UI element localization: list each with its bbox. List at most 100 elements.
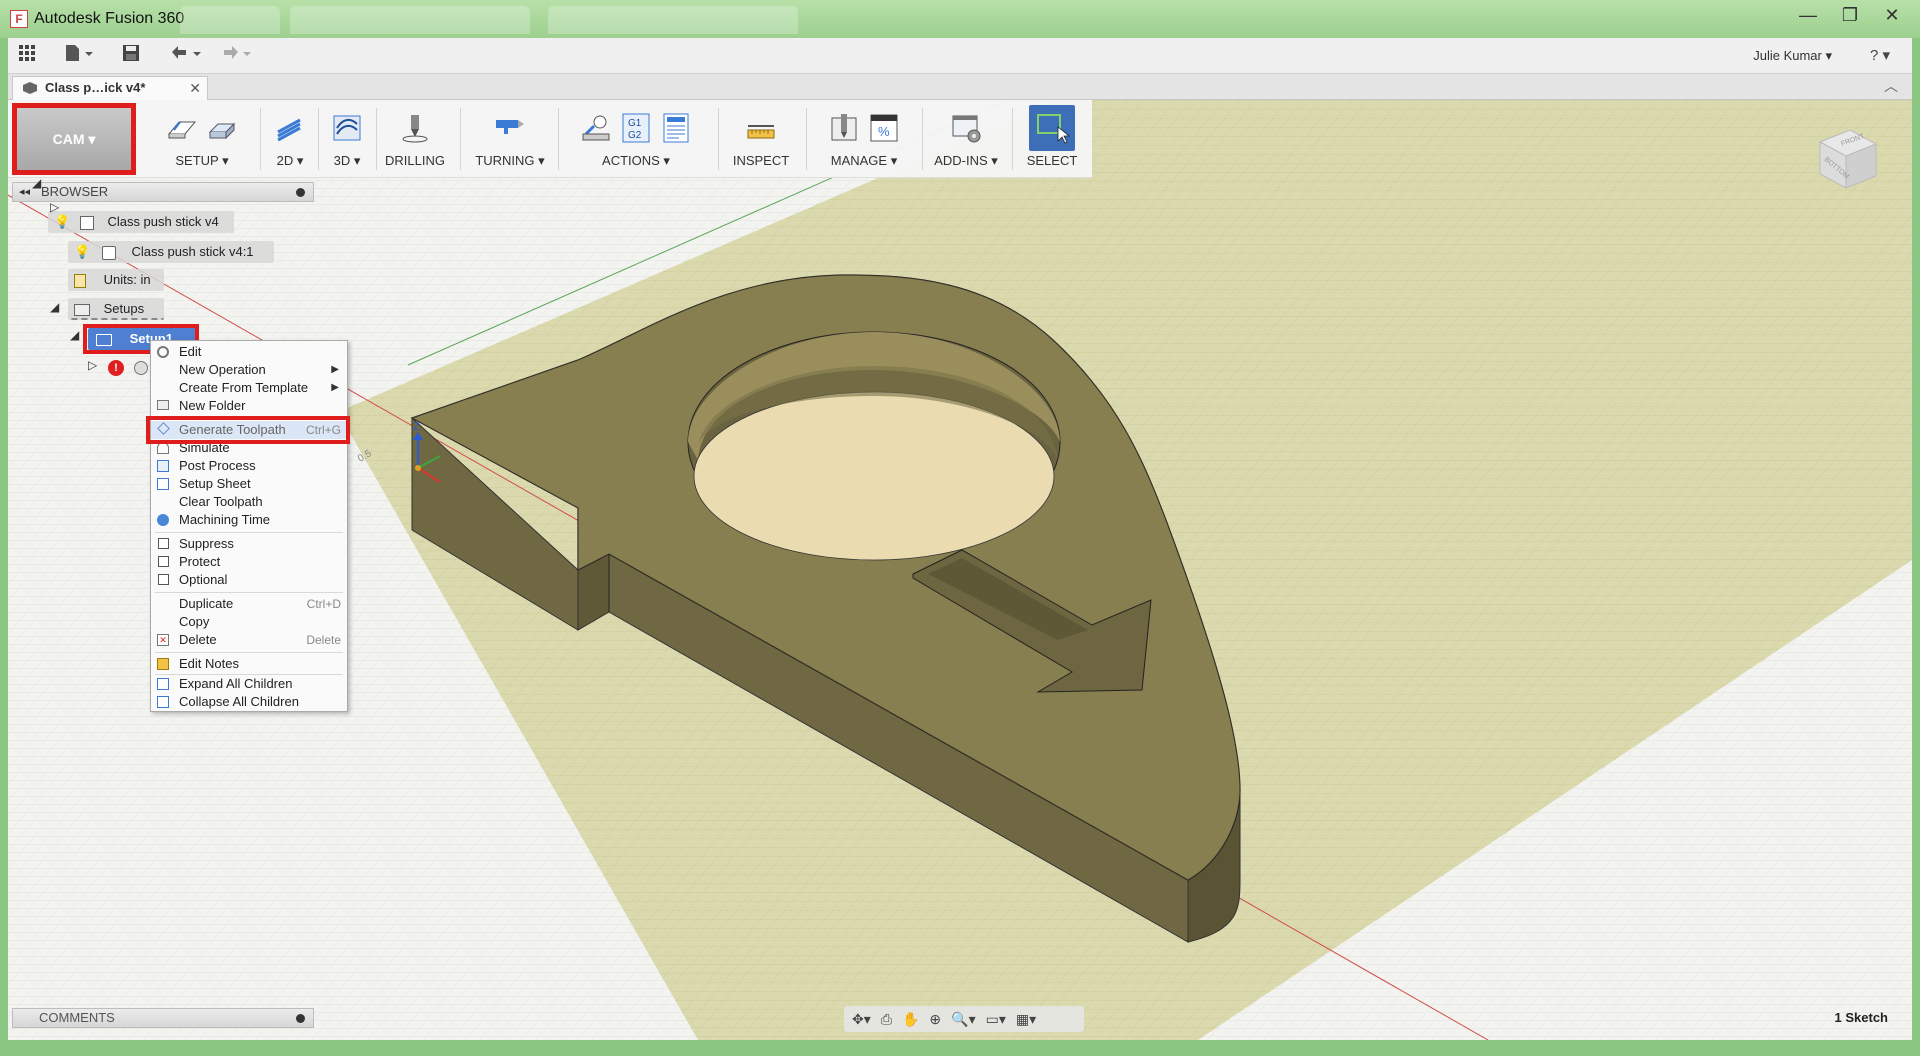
menu-item-machining-time[interactable]: Machining Time bbox=[151, 511, 347, 529]
save-icon[interactable] bbox=[122, 44, 140, 68]
3d-group[interactable]: 3D ▾ bbox=[322, 106, 372, 174]
undo-icon[interactable] bbox=[170, 44, 202, 68]
grid-settings-icon[interactable]: ▦▾ bbox=[1016, 1011, 1036, 1028]
menu-item-new-operation-label: New Operation bbox=[179, 362, 266, 377]
browser-panel-header[interactable]: ◂◂ BROWSER bbox=[12, 182, 314, 202]
2d-group[interactable]: 2D ▾ bbox=[264, 106, 316, 174]
lightbulb-icon[interactable]: 💡 bbox=[54, 214, 70, 229]
3d-milling-icon bbox=[331, 112, 363, 144]
menu-separator bbox=[155, 418, 343, 419]
file-menu-icon[interactable] bbox=[64, 44, 94, 68]
setup-group[interactable]: SETUP ▾ bbox=[146, 106, 258, 174]
close-window-button[interactable]: ✕ bbox=[1878, 4, 1906, 26]
menu-item-suppress[interactable]: Suppress bbox=[151, 535, 347, 553]
canvas-viewport[interactable]: Z 0.5 CAM ▾ SETUP ▾ 2D ▾ 3D ▾ DRILLING T… bbox=[8, 100, 1912, 1040]
pin-icon[interactable] bbox=[296, 1014, 305, 1023]
comments-panel[interactable]: COMMENTS bbox=[12, 1008, 314, 1028]
menu-item-collapse-all[interactable]: Collapse All Children bbox=[151, 693, 347, 711]
menu-item-setup-sheet[interactable]: Setup Sheet bbox=[151, 475, 347, 493]
protect-checkbox[interactable] bbox=[158, 556, 169, 567]
suppress-checkbox[interactable] bbox=[158, 538, 169, 549]
maximize-button[interactable]: ❐ bbox=[1836, 4, 1864, 26]
simulate-icon bbox=[580, 112, 612, 144]
actions-group[interactable]: G1 G2 ACTIONS ▾ bbox=[562, 106, 710, 174]
orbit-icon[interactable]: ✥▾ bbox=[852, 1011, 871, 1028]
menu-item-expand-all[interactable]: Expand All Children bbox=[151, 675, 347, 693]
menu-item-create-from-template[interactable]: Create From Template ▶ bbox=[151, 379, 347, 397]
ribbon-divider bbox=[558, 108, 559, 170]
expand-triangle-icon[interactable]: ◢ bbox=[70, 328, 79, 342]
menu-item-edit-notes[interactable]: Edit Notes bbox=[151, 655, 347, 673]
lightbulb-icon[interactable]: 💡 bbox=[74, 244, 90, 259]
zoom-icon[interactable]: ⊕ bbox=[929, 1011, 941, 1028]
expand-triangle-icon[interactable]: ◢ bbox=[50, 300, 59, 314]
tree-node-setups[interactable]: Setups bbox=[74, 298, 144, 320]
ribbon-divider bbox=[460, 108, 461, 170]
menu-item-simulate[interactable]: Simulate bbox=[151, 439, 347, 457]
delete-shortcut: Delete bbox=[306, 633, 341, 647]
background-browser-tab-1 bbox=[180, 6, 280, 34]
collapse-all-icon bbox=[157, 696, 169, 708]
turning-group[interactable]: TURNING ▾ bbox=[464, 106, 556, 174]
menu-item-optional-label: Optional bbox=[179, 572, 228, 587]
menu-item-suppress-label: Suppress bbox=[179, 536, 234, 551]
user-account-menu[interactable]: Julie Kumar ▾ bbox=[1753, 48, 1832, 64]
measure-icon bbox=[745, 112, 777, 144]
inspect-group[interactable]: INSPECT bbox=[722, 106, 800, 174]
menu-item-clear-toolpath[interactable]: Clear Toolpath bbox=[151, 493, 347, 511]
collapse-chevron-icon[interactable]: ︿ bbox=[1884, 76, 1898, 96]
menu-item-generate-toolpath[interactable]: Generate Toolpath Ctrl+G bbox=[151, 421, 347, 439]
workspace-switcher[interactable]: CAM ▾ bbox=[12, 103, 136, 175]
fit-icon[interactable]: 🔍▾ bbox=[951, 1011, 975, 1028]
tree-node-setups-label: Setups bbox=[103, 301, 145, 316]
expand-arrow-icon[interactable]: ▷ bbox=[50, 200, 59, 214]
collapse-panel-icon[interactable]: ◂◂ bbox=[19, 183, 30, 201]
edit-gear-icon bbox=[157, 346, 169, 358]
design-document-icon bbox=[23, 82, 37, 94]
ribbon-divider bbox=[260, 108, 261, 170]
close-document-icon[interactable]: ✕ bbox=[189, 77, 201, 99]
menu-item-protect[interactable]: Protect bbox=[151, 553, 347, 571]
svg-text:G1: G1 bbox=[628, 118, 642, 129]
svg-text:G2: G2 bbox=[628, 130, 642, 141]
menu-item-new-folder-label: New Folder bbox=[179, 398, 246, 413]
expand-triangle-icon[interactable]: ◢ bbox=[32, 176, 41, 190]
select-cursor-icon bbox=[1029, 105, 1075, 151]
window-controls: — ❐ ✕ bbox=[1794, 4, 1906, 26]
tree-node-units-label: Units: in bbox=[103, 272, 151, 287]
minimize-button[interactable]: — bbox=[1794, 4, 1822, 26]
select-group[interactable]: SELECT bbox=[1016, 105, 1088, 174]
redo-icon[interactable] bbox=[220, 44, 252, 68]
tree-node-units[interactable]: Units: in bbox=[74, 269, 151, 291]
menu-item-edit[interactable]: Edit bbox=[151, 343, 347, 361]
display-settings-icon[interactable]: ▭▾ bbox=[986, 1011, 1006, 1028]
menu-item-duplicate-label: Duplicate bbox=[179, 596, 234, 611]
expand-arrow-icon[interactable]: ▷ bbox=[88, 358, 97, 372]
menu-item-new-operation[interactable]: New Operation ▶ bbox=[151, 361, 347, 379]
help-icon[interactable]: ? ▾ bbox=[1870, 46, 1890, 64]
optional-checkbox[interactable] bbox=[158, 574, 169, 585]
add-ins-group[interactable]: ADD-INS ▾ bbox=[926, 106, 1006, 174]
menu-item-delete[interactable]: ✕ Delete Delete bbox=[151, 631, 347, 649]
view-cube[interactable]: FRONT BOTTOM bbox=[1810, 122, 1882, 194]
tree-node-operation[interactable]: ! bbox=[108, 356, 148, 378]
menu-item-copy[interactable]: Copy bbox=[151, 613, 347, 631]
menu-item-setup-sheet-label: Setup Sheet bbox=[179, 476, 251, 491]
drilling-group[interactable]: DRILLING bbox=[380, 106, 450, 174]
stock-setup-icon bbox=[206, 112, 238, 144]
drilling-group-label: DRILLING bbox=[385, 153, 445, 168]
menu-item-duplicate[interactable]: Duplicate Ctrl+D bbox=[151, 595, 347, 613]
menu-item-post-process[interactable]: Post Process bbox=[151, 457, 347, 475]
look-at-icon[interactable]: ⎙ bbox=[881, 1011, 892, 1028]
menu-item-optional[interactable]: Optional bbox=[151, 571, 347, 589]
tree-node-root[interactable]: 💡 Class push stick v4 bbox=[54, 211, 219, 233]
tree-node-component[interactable]: 💡 Class push stick v4:1 bbox=[74, 241, 254, 263]
generate-toolpath-shortcut: Ctrl+G bbox=[305, 423, 341, 437]
document-tab[interactable]: Class p…ick v4* ✕ bbox=[12, 76, 208, 100]
manage-group[interactable]: % MANAGE ▾ bbox=[810, 106, 918, 174]
menu-item-new-folder[interactable]: New Folder bbox=[151, 397, 347, 415]
data-panel-grid-icon[interactable] bbox=[18, 44, 36, 68]
pan-hand-icon[interactable]: ✋ bbox=[902, 1011, 919, 1028]
pin-icon[interactable] bbox=[296, 188, 305, 197]
menu-item-post-process-label: Post Process bbox=[179, 458, 256, 473]
